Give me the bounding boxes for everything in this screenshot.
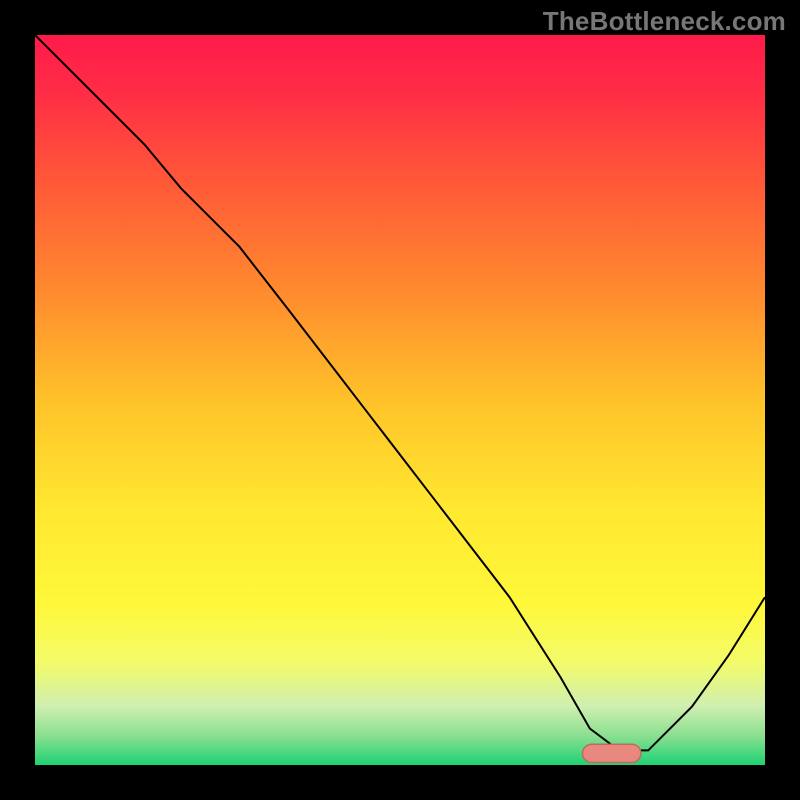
optimal-range-marker bbox=[583, 744, 641, 762]
plot-area bbox=[35, 35, 765, 765]
watermark-label: TheBottleneck.com bbox=[543, 6, 786, 37]
chart-svg bbox=[35, 35, 765, 765]
chart-container: TheBottleneck.com bbox=[0, 0, 800, 800]
